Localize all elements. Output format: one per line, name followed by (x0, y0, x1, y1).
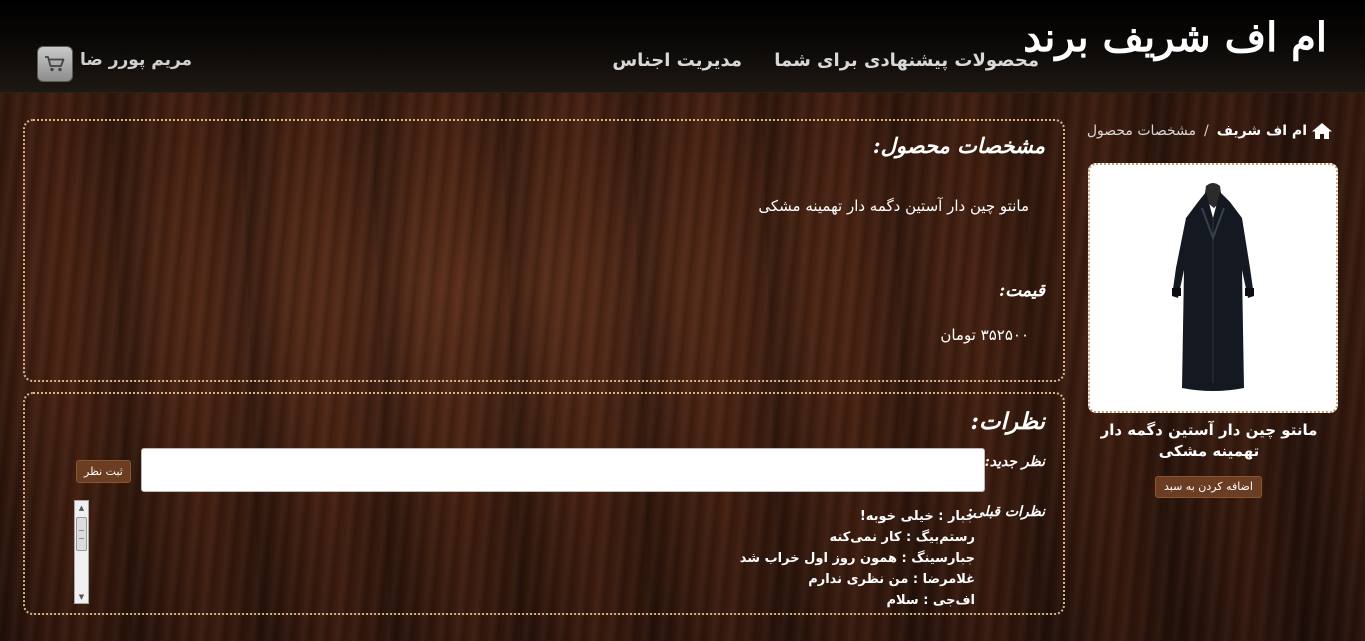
black-manteau-image (1172, 183, 1254, 391)
shopping-cart-icon (45, 56, 65, 72)
scroll-thumb[interactable] (76, 517, 87, 551)
spec-heading: مشخصات محصول: (872, 133, 1045, 158)
nav-manage-products[interactable]: مدیریت اجناس (612, 50, 742, 71)
breadcrumb-separator: / (1204, 123, 1209, 139)
add-to-cart-button[interactable]: اضافه کردن به سبد (1155, 476, 1262, 498)
nav-suggested-products[interactable]: محصولات پیشنهادی برای شما (774, 50, 1039, 71)
comments-panel: نظرات: نظر جدید: ثبت نظر نظرات قبلی: جبا… (23, 392, 1065, 615)
comment-item: جبارسینگ : همون روز اول خراب شد (739, 551, 975, 566)
product-spec-panel: مشخصات محصول: مانتو چین دار آستین دگمه د… (23, 119, 1065, 382)
previous-comments-label: نظرات قبلی: (967, 504, 1045, 520)
cart-button[interactable] (37, 46, 73, 82)
previous-comments-list: جبار : خیلی خوبه! رستم‌بیگ : کار نمی‌کنه… (740, 506, 975, 611)
price-value: ۳۵۲۵۰۰ تومان (940, 326, 1029, 344)
new-comment-label: نظر جدید: (984, 454, 1045, 470)
comment-item: غلامرضا : من نظری ندارم (808, 572, 975, 587)
user-name[interactable]: مریم پورر ضا (80, 50, 192, 70)
product-image-card[interactable] (1088, 163, 1338, 413)
comment-input[interactable] (141, 448, 985, 492)
breadcrumb-home-link[interactable]: ام اف شریف (1217, 122, 1333, 140)
submit-comment-button[interactable]: ثبت نظر (76, 460, 131, 483)
product-name: مانتو چین دار آستین دگمه دار تهمینه مشکی (758, 197, 1029, 215)
brand-logo[interactable]: ام اف شریف برند (1023, 14, 1329, 61)
scroll-up-arrow-icon[interactable]: ▲ (75, 501, 88, 514)
home-icon (1312, 123, 1332, 139)
breadcrumb-current: مشخصات محصول (1086, 123, 1196, 139)
product-card-title[interactable]: مانتو چین دار آستین دگمه دار تهمینه مشکی (1078, 420, 1340, 462)
comments-scrollbar[interactable]: ▲ ▼ (74, 500, 89, 604)
comment-item: اف‌جی : سلام (886, 593, 975, 608)
top-navigation-bar: ام اف شریف برند محصولات پیشنهادی برای شم… (0, 0, 1365, 93)
breadcrumb-home-label: ام اف شریف (1216, 123, 1307, 139)
comment-item: جبار : خیلی خوبه! (859, 509, 975, 524)
scroll-down-arrow-icon[interactable]: ▼ (75, 590, 88, 603)
breadcrumb: ام اف شریف / مشخصات محصول (1087, 122, 1333, 140)
comment-item: رستم‌بیگ : کار نمی‌کنه (829, 530, 975, 545)
price-heading: قیمت: (998, 281, 1045, 301)
comments-heading: نظرات: (970, 408, 1046, 435)
